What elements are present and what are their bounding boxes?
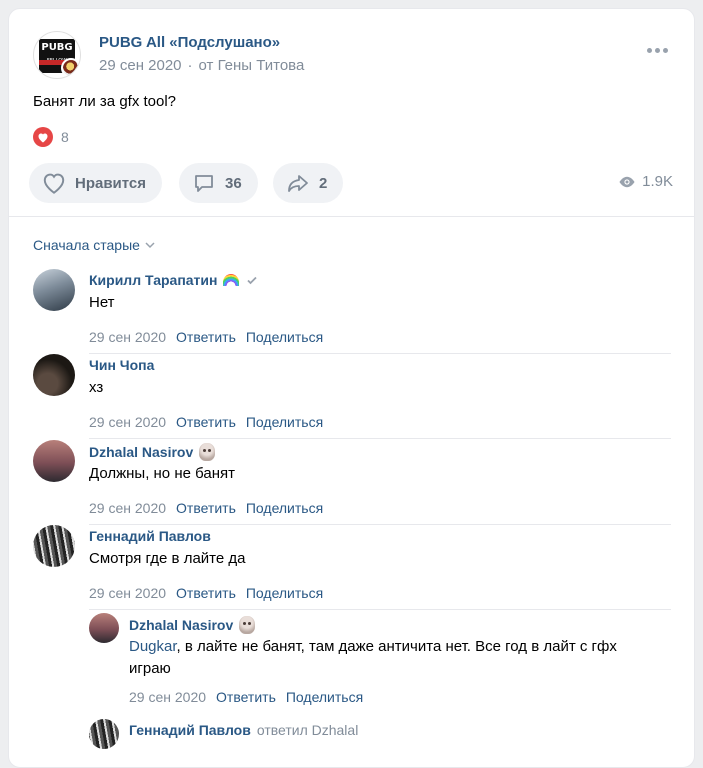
chevron-down-icon — [145, 242, 155, 249]
comment-item: Dzhalal Nasirov Должны, но не банят 29 с… — [33, 440, 673, 526]
comment-author[interactable]: Dzhalal Nasirov — [89, 444, 193, 460]
comment-date[interactable]: 29 сен 2020 — [89, 585, 166, 601]
post-card: PUBG FELLOW PUBG All «Подслушано» 29 сен… — [8, 8, 695, 768]
like-label: Нравится — [75, 174, 147, 192]
group-avatar[interactable]: PUBG FELLOW — [33, 31, 81, 79]
comment-author[interactable]: Геннадий Павлов — [89, 528, 211, 544]
likes-count: 8 — [61, 129, 69, 145]
shares-count: 2 — [319, 174, 328, 192]
comment-item: Кирилл Тарапатин Нет 29 сен 2020 Ответит… — [33, 269, 673, 355]
views-counter: 1.9K — [618, 173, 673, 190]
more-icon[interactable] — [647, 45, 669, 55]
reply-item: Геннадий Павлов ответил Dzhalal — [89, 719, 673, 759]
post-text: Банят ли за gfx tool? — [33, 93, 177, 110]
post-header: PUBG FELLOW PUBG All «Подслушано» 29 сен… — [33, 31, 673, 83]
heart-icon — [33, 127, 53, 147]
comment-text: Должны, но не банят — [89, 465, 235, 482]
post-actions: Нравится 36 2 1.9K — [29, 163, 675, 203]
avatar[interactable] — [33, 354, 75, 396]
like-button[interactable]: Нравится — [29, 163, 163, 203]
share-button[interactable]: 2 — [273, 163, 344, 203]
reply-item: Dzhalal Nasirov Dugkar, в лайте не банят… — [89, 613, 673, 721]
comment-text-continued: играю — [129, 660, 171, 677]
comment-footer: 29 сен 2020 Ответить Поделиться — [89, 414, 323, 430]
heart-icon — [43, 173, 65, 194]
face-emoji — [199, 443, 216, 461]
divider — [9, 216, 694, 217]
comment-date[interactable]: 29 сен 2020 — [89, 414, 166, 430]
verified-icon — [247, 276, 258, 285]
comment-icon — [195, 175, 213, 192]
comment-text: Нет — [89, 294, 115, 311]
comment-footer: 29 сен 2020 Ответить Поделиться — [129, 689, 363, 705]
comment-author[interactable]: Чин Чопа — [89, 357, 154, 373]
post-meta: 29 сен 2020 · от Гены Титова — [99, 57, 305, 74]
likes-summary[interactable]: 8 — [33, 127, 69, 147]
sort-dropdown[interactable]: Сначала старые — [33, 237, 156, 253]
share-icon — [288, 175, 308, 192]
comment-date[interactable]: 29 сен 2020 — [129, 689, 206, 705]
avatar[interactable] — [33, 440, 75, 482]
comment-author[interactable]: Геннадий Павлов — [129, 722, 251, 738]
reply-button[interactable]: Ответить — [176, 414, 236, 430]
share-link[interactable]: Поделиться — [246, 329, 323, 345]
comment-text: хз — [89, 379, 104, 396]
rainbow-emoji — [223, 274, 240, 286]
avatar[interactable] — [33, 269, 75, 311]
share-link[interactable]: Поделиться — [246, 585, 323, 601]
comment-item: Чин Чопа хз 29 сен 2020 Ответить Поделит… — [33, 354, 673, 440]
comments-count: 36 — [225, 174, 242, 192]
reply-button[interactable]: Ответить — [216, 689, 276, 705]
mention-link[interactable]: Dugkar — [129, 638, 177, 655]
comment-footer: 29 сен 2020 Ответить Поделиться — [89, 329, 323, 345]
sort-label: Сначала старые — [33, 237, 140, 253]
reply-button[interactable]: Ответить — [176, 329, 236, 345]
comments-button[interactable]: 36 — [179, 163, 258, 203]
share-link[interactable]: Поделиться — [246, 500, 323, 516]
comment-date[interactable]: 29 сен 2020 — [89, 329, 166, 345]
share-link[interactable]: Поделиться — [286, 689, 363, 705]
face-emoji — [239, 616, 256, 634]
eye-icon — [619, 176, 635, 187]
avatar[interactable] — [89, 613, 119, 643]
comment-text: Dugkar, в лайте не банят, там даже антич… — [129, 638, 617, 655]
reply-button[interactable]: Ответить — [176, 500, 236, 516]
comment-date[interactable]: 29 сен 2020 — [89, 500, 166, 516]
comment-author[interactable]: Кирилл Тарапатин — [89, 272, 217, 288]
comment-footer: 29 сен 2020 Ответить Поделиться — [89, 500, 323, 516]
views-count: 1.9K — [642, 173, 673, 190]
post-author: от Гены Титова — [198, 57, 305, 74]
avatar[interactable] — [33, 525, 75, 567]
comment-footer: 29 сен 2020 Ответить Поделиться — [89, 585, 323, 601]
reply-button[interactable]: Ответить — [176, 585, 236, 601]
comment-item: Геннадий Павлов Смотря где в лайте да 29… — [33, 525, 673, 611]
share-link[interactable]: Поделиться — [246, 414, 323, 430]
avatar[interactable] — [89, 719, 119, 749]
group-name-link[interactable]: PUBG All «Подслушано» — [99, 34, 280, 51]
comment-text: Смотря где в лайте да — [89, 550, 246, 567]
post-date[interactable]: 29 сен 2020 — [99, 57, 182, 74]
replied-to[interactable]: ответил Dzhalal — [257, 722, 358, 738]
group-badge-icon — [61, 58, 80, 78]
comment-author[interactable]: Dzhalal Nasirov — [129, 617, 233, 633]
